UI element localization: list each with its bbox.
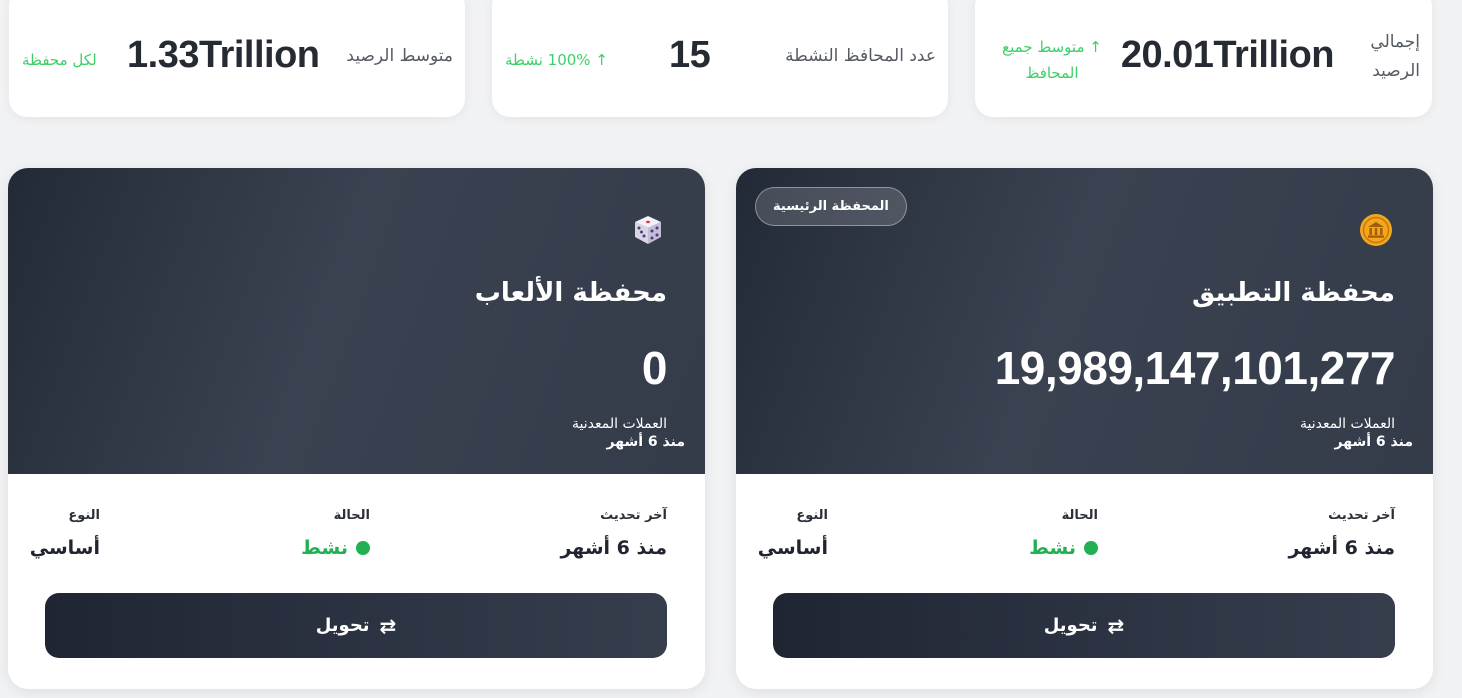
transfer-button[interactable]: ⇄ تحويل [45,593,667,658]
status-value: نشط [301,537,370,559]
wallet-currency: العملات المعدنية [1300,416,1395,432]
stat-value: 20.01Trillion [1120,34,1335,76]
wallet-name: محفظة التطبيق [1192,278,1395,308]
info-value: منذ 6 أشهر [1288,537,1395,559]
transfer-label: تحويل [315,615,370,636]
info-last-updated: آخر تحديث منذ 6 أشهر [1288,508,1395,559]
wallet-balance: 0 [641,342,668,394]
main-wallet-badge: المحفظة الرئيسية [755,187,907,226]
status-dot-icon [356,541,370,555]
status-dot-icon [1084,541,1098,555]
transfer-label: تحويل [1043,615,1098,636]
stat-trend: ↑ متوسط جميع المحافظ [1002,38,1102,82]
stat-card-active-wallets: عدد المحافظ النشطة 15 ↑ 100% نشطة [492,0,948,117]
transfer-arrows-icon: ⇄ [1107,613,1125,638]
wallet-header: محفظة الألعاب 0 العملات المعدنية منذ 6 أ… [8,168,705,474]
info-status: الحالة نشط [301,508,370,559]
info-label: الحالة [333,508,370,523]
wallet-card-games[interactable]: محفظة الألعاب 0 العملات المعدنية منذ 6 أ… [8,168,705,689]
stat-value: 15 [669,34,711,76]
info-type: النوع أساسي [758,508,828,559]
bank-coin-icon [1359,213,1393,247]
status-text: نشط [301,537,348,559]
stat-trend: ↑ 100% نشطة [505,51,608,69]
info-label: آخر تحديث [600,508,667,523]
dice-icon [631,213,665,247]
info-status: الحالة نشط [1029,508,1098,559]
info-label: النوع [68,508,100,523]
wallet-card-app[interactable]: المحفظة الرئيسية محفظة التطبيق 19,989,14… [736,168,1433,689]
info-last-updated: آخر تحديث منذ 6 أشهر [560,508,667,559]
stat-label: متوسط الرصيد [346,46,453,66]
stat-card-average-balance: متوسط الرصيد 1.33Trillion لكل محفظة [9,0,465,117]
info-type: النوع أساسي [30,508,100,559]
info-value: منذ 6 أشهر [560,537,667,559]
stat-value: 1.33Trillion [127,34,320,76]
wallet-since: منذ 6 أشهر [606,434,686,450]
status-value: نشط [1029,537,1098,559]
info-value: أساسي [757,537,828,559]
stat-trend: لكل محفظة [22,51,97,69]
wallet-balance: 19,989,147,101,277 [994,342,1396,394]
status-text: نشط [1029,537,1076,559]
info-label: الحالة [1061,508,1098,523]
wallet-name: محفظة الألعاب [474,278,667,308]
transfer-arrows-icon: ⇄ [379,613,397,638]
info-label: النوع [796,508,828,523]
stat-card-total-balance: إجمالي الرصيد 20.01Trillion ↑ متوسط جميع… [975,0,1432,117]
info-label: آخر تحديث [1328,508,1395,523]
info-value: أساسي [29,537,100,559]
wallet-header: المحفظة الرئيسية محفظة التطبيق 19,989,14… [736,168,1433,474]
wallet-since: منذ 6 أشهر [1334,434,1414,450]
transfer-button[interactable]: ⇄ تحويل [773,593,1395,658]
wallet-currency: العملات المعدنية [572,416,667,432]
stat-label: عدد المحافظ النشطة [785,46,936,66]
stat-label: إجمالي الرصيد [1370,32,1420,81]
